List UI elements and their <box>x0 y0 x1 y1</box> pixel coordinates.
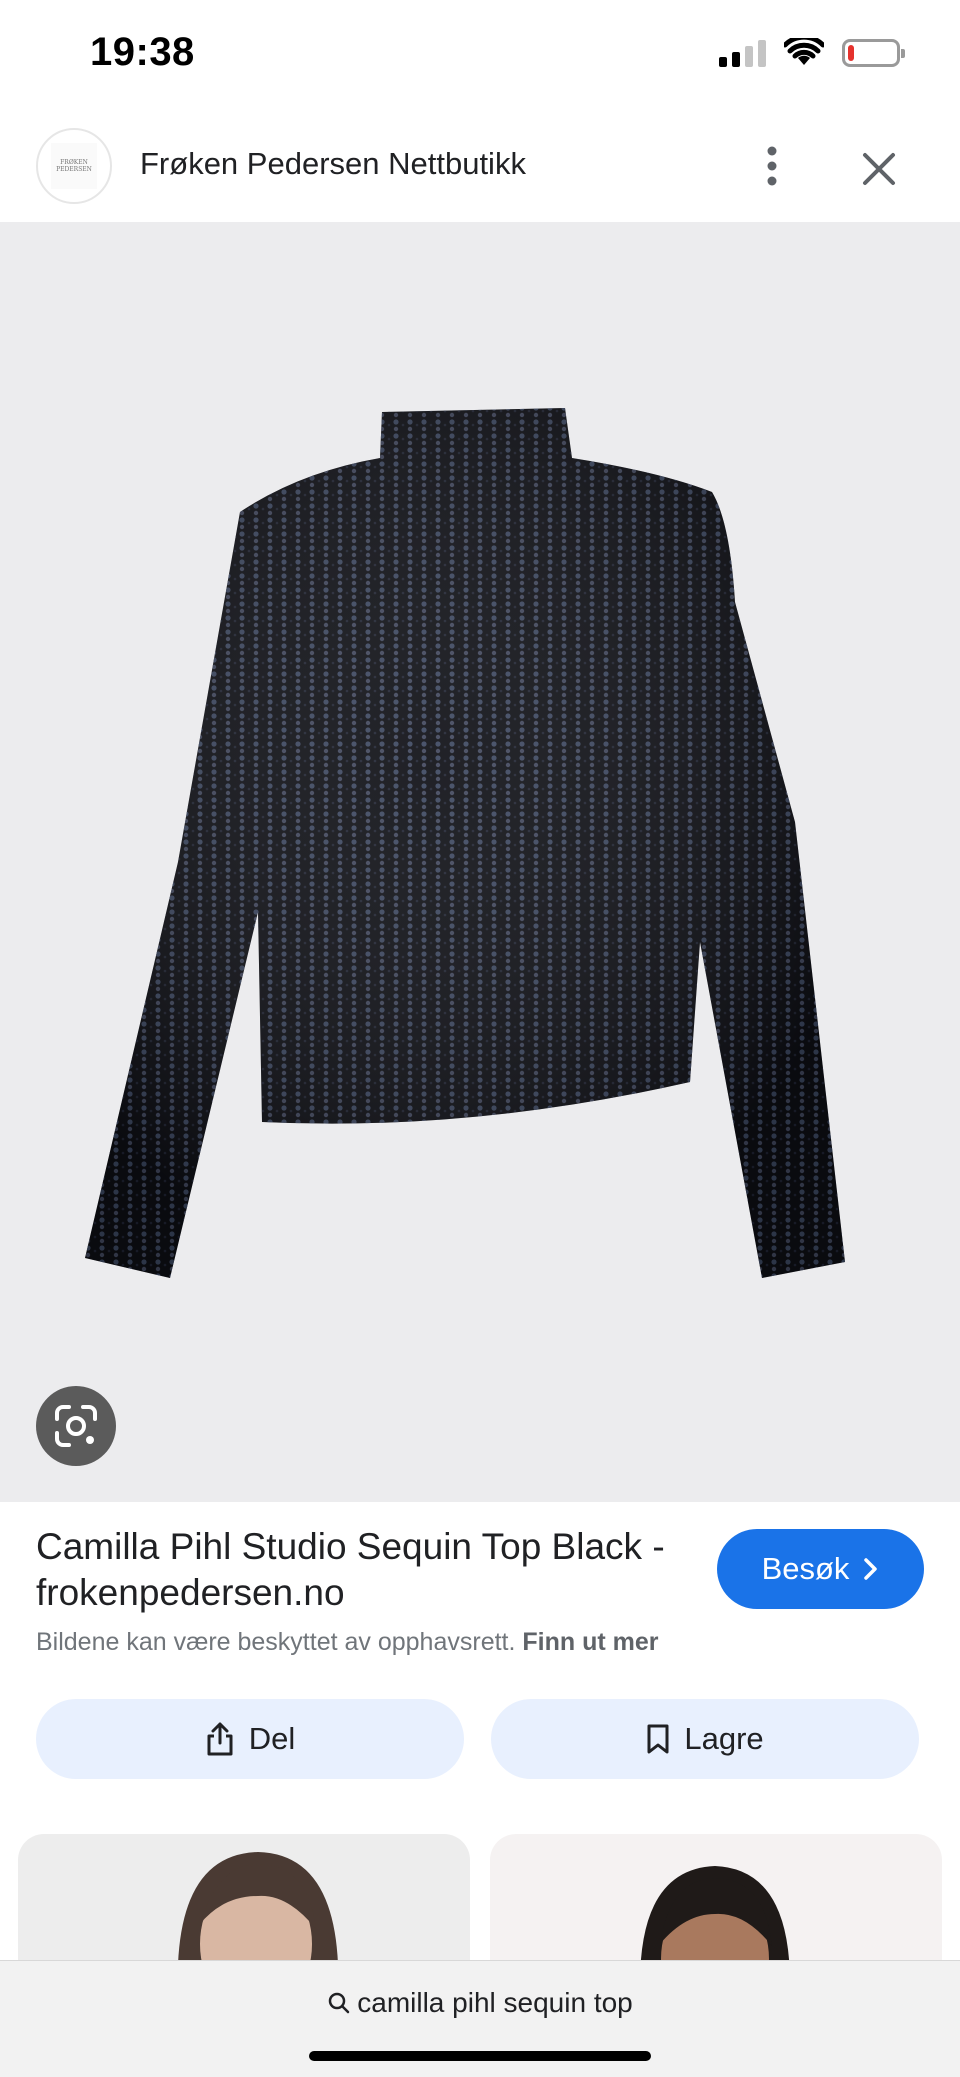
close-icon[interactable] <box>854 144 904 194</box>
logo-text-line-2: PEDERSEN <box>56 166 92 173</box>
browser-header: FRØKEN PEDERSEN Frøken Pedersen Nettbuti… <box>0 110 960 222</box>
logo-text-line-1: FRØKEN <box>60 159 88 166</box>
share-label: Del <box>248 1721 296 1756</box>
status-bar: 19:38 <box>0 0 960 110</box>
search-query-text: camilla pihl sequin top <box>357 1987 633 2018</box>
site-logo[interactable]: FRØKEN PEDERSEN <box>36 128 112 204</box>
learn-more-link[interactable]: Finn ut mer <box>522 1628 658 1656</box>
save-button[interactable]: Lagre <box>491 1699 919 1779</box>
status-icons <box>719 38 905 68</box>
product-image[interactable] <box>0 222 960 1502</box>
bottom-search-bar[interactable]: camilla pihl sequin top <box>0 1960 960 2077</box>
result-title[interactable]: Camilla Pihl Studio Sequin Top Black - f… <box>36 1524 696 1616</box>
site-name[interactable]: Frøken Pedersen Nettbutikk <box>140 146 526 182</box>
status-time: 19:38 <box>90 30 195 74</box>
sweater-shape <box>85 408 845 1278</box>
site-logo-mark: FRØKEN PEDERSEN <box>51 143 97 189</box>
more-vert-icon[interactable] <box>752 140 792 192</box>
copyright-notice: Bildene kan være beskyttet av opphavsret… <box>36 1628 659 1657</box>
share-button[interactable]: Del <box>36 1699 464 1779</box>
visit-label: Besøk <box>761 1551 850 1586</box>
save-label: Lagre <box>684 1721 764 1756</box>
wifi-icon <box>784 38 824 65</box>
image-viewer[interactable] <box>0 222 960 1502</box>
visit-button[interactable]: Besøk <box>717 1529 924 1609</box>
battery-icon <box>842 39 905 67</box>
google-lens-icon[interactable] <box>36 1386 116 1466</box>
search-query[interactable]: camilla pihl sequin top <box>0 1987 960 2019</box>
chevron-right-icon <box>864 1558 878 1580</box>
copyright-text: Bildene kan være beskyttet av opphavsret… <box>36 1628 516 1656</box>
share-icon <box>207 1722 233 1756</box>
home-indicator[interactable] <box>309 2051 651 2061</box>
search-icon <box>329 1992 350 2014</box>
signal-icon <box>719 39 766 67</box>
bookmark-icon <box>647 1724 669 1754</box>
battery-level <box>848 45 854 61</box>
